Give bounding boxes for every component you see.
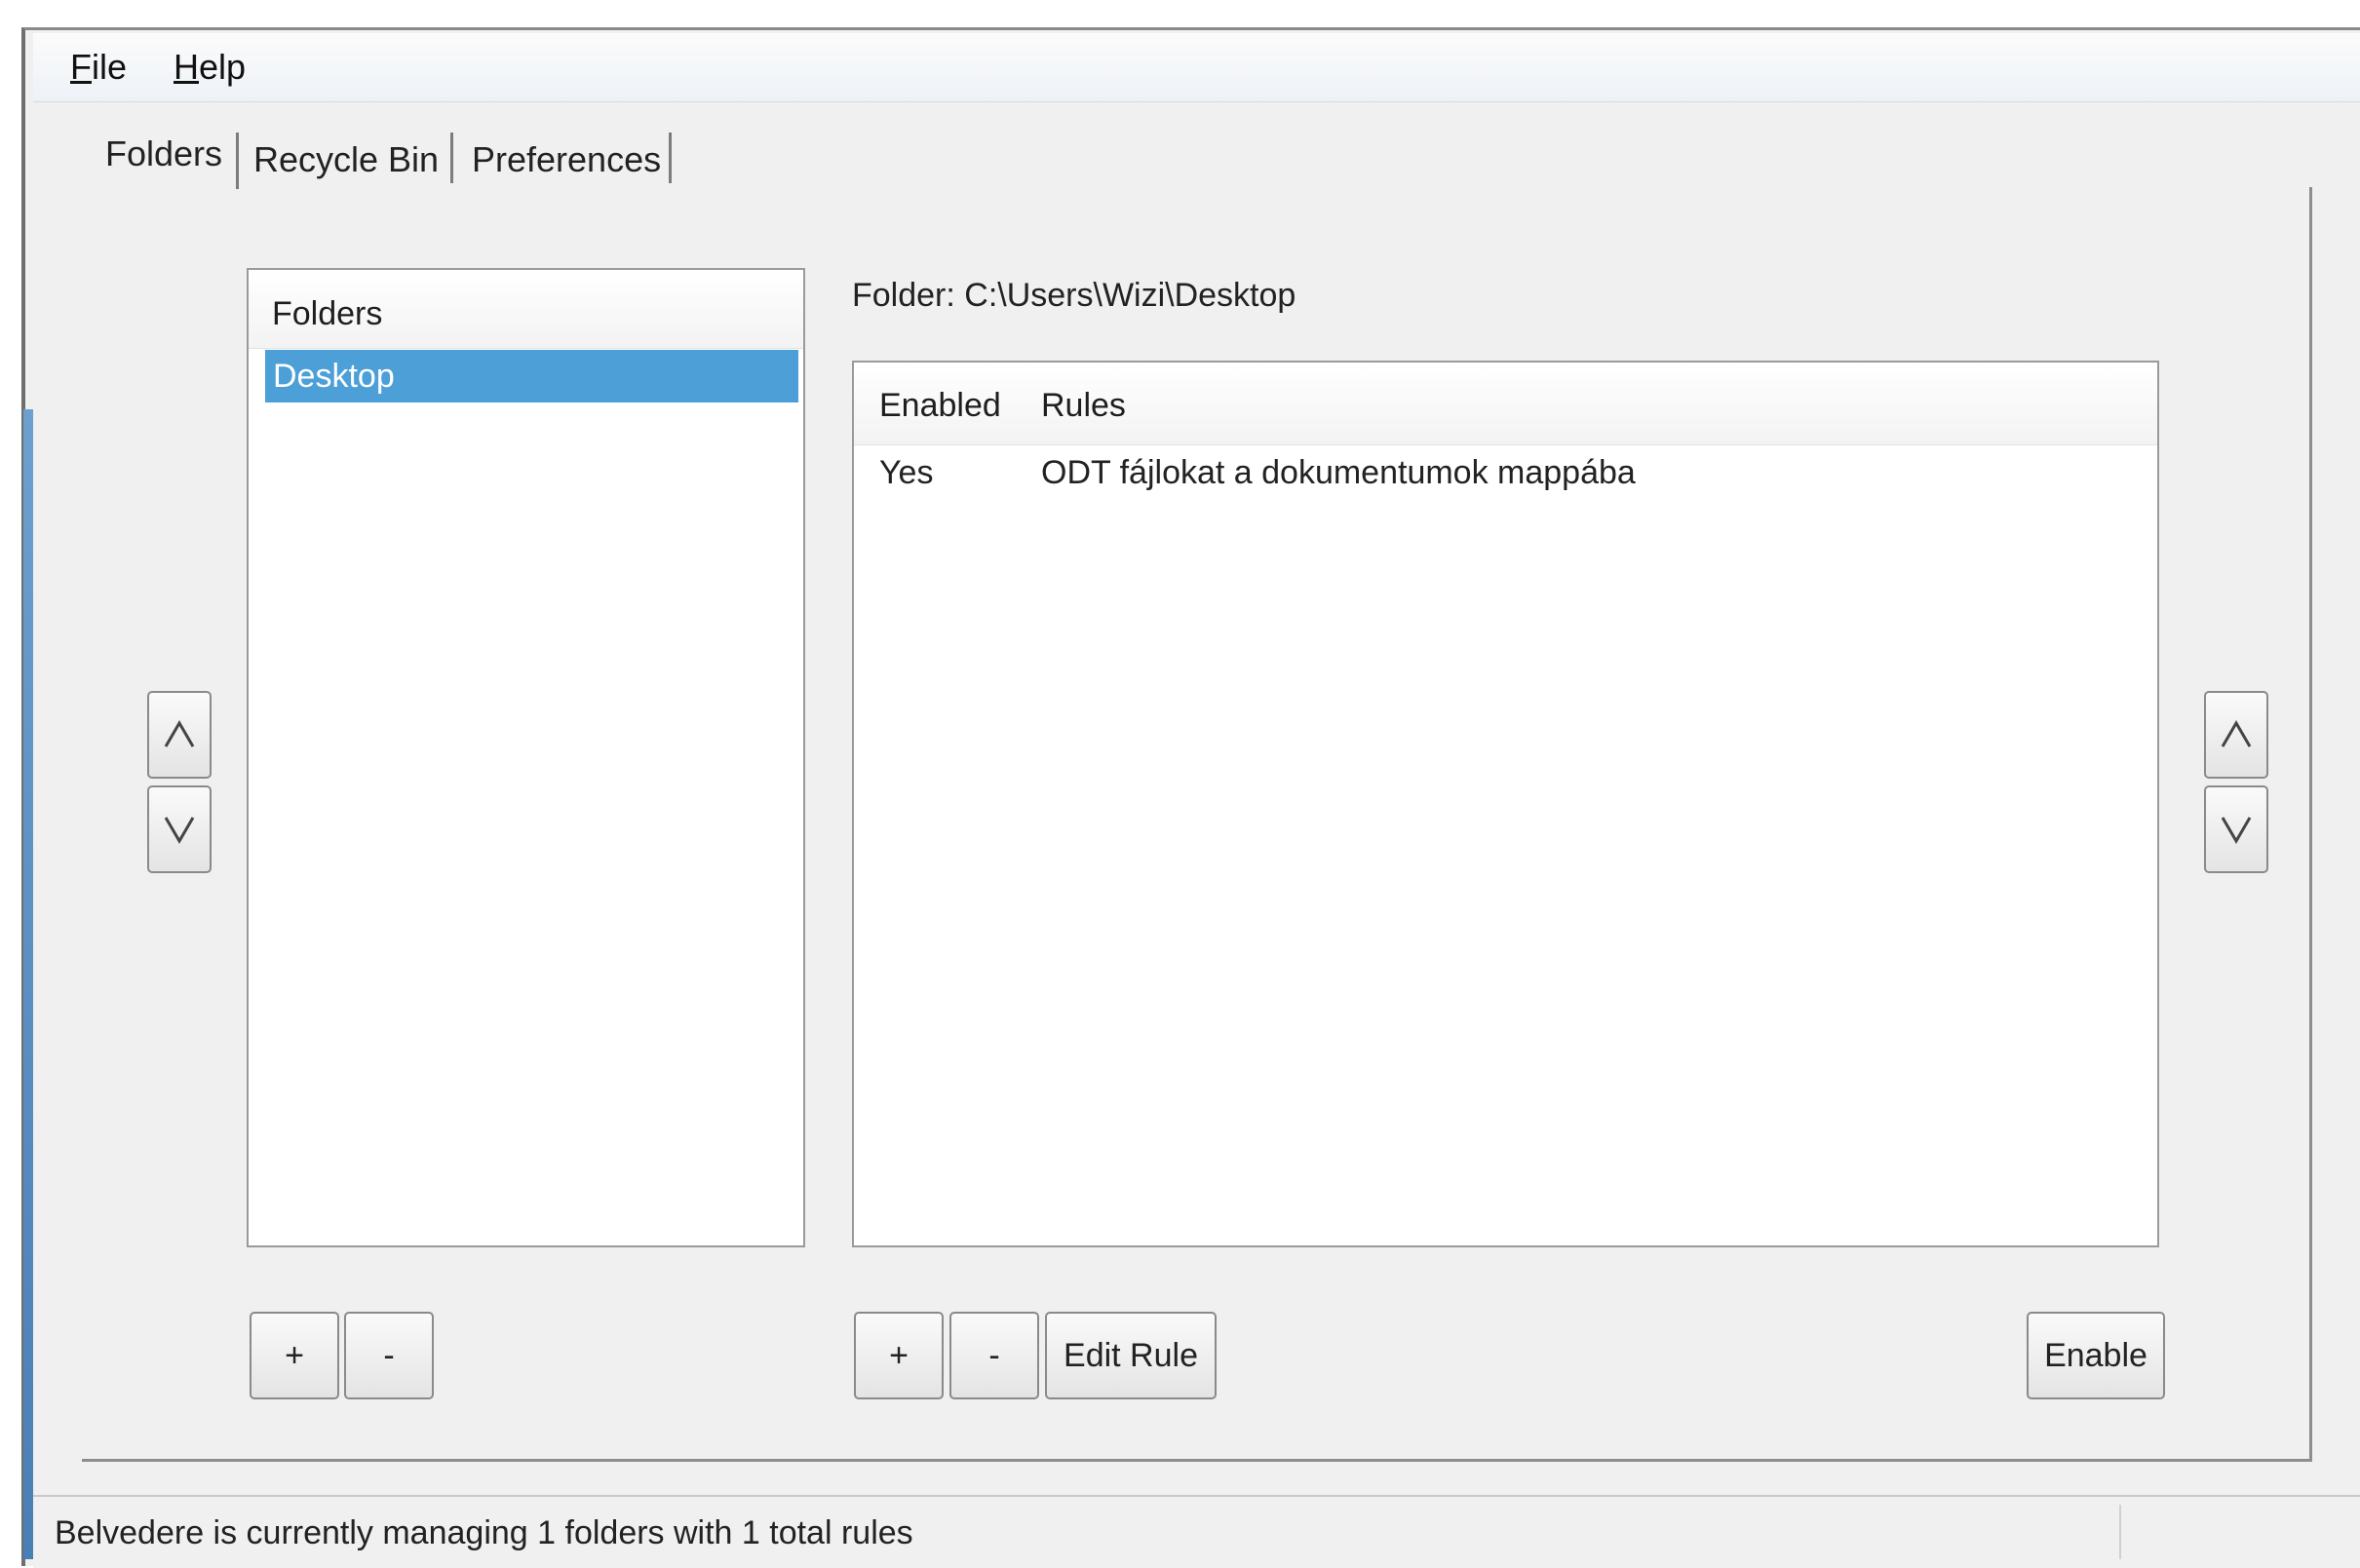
remove-rule-button-label: - (988, 1336, 1000, 1374)
column-header-enabled[interactable]: Enabled (879, 387, 1001, 425)
tab-folders-label: Folders (105, 134, 223, 173)
chevron-up-icon (164, 720, 195, 747)
folder-path-label: Folder: C:\Users\Wizi\Desktop (852, 277, 1296, 314)
tab-separator (669, 133, 672, 183)
add-rule-button[interactable]: + (854, 1312, 944, 1399)
add-folder-button-label: + (285, 1336, 304, 1374)
folder-list-item[interactable]: Desktop (265, 350, 798, 402)
rules-table[interactable]: Enabled Rules Yes ODT fájlokat a dokumen… (852, 361, 2159, 1247)
chevron-down-icon (2221, 817, 2252, 844)
rule-move-up-button[interactable] (2204, 691, 2268, 779)
add-folder-button[interactable]: + (250, 1312, 339, 1399)
folder-item-label: Desktop (273, 358, 395, 395)
edit-rule-button[interactable]: Edit Rule (1045, 1312, 1217, 1399)
window-border-accent (23, 409, 33, 1559)
enable-rule-button[interactable]: Enable (2027, 1312, 2165, 1399)
menu-help[interactable]: Help (174, 47, 246, 88)
tab-recycle-bin-label: Recycle Bin (253, 139, 440, 179)
tab-folders[interactable]: Folders (94, 125, 235, 183)
folder-move-down-button[interactable] (147, 785, 212, 873)
enable-rule-button-label: Enable (2044, 1336, 2147, 1374)
menu-bar: File Help (33, 33, 2360, 102)
remove-folder-button-label: - (383, 1336, 395, 1374)
menu-file[interactable]: File (70, 47, 127, 88)
add-rule-button-label: + (889, 1336, 909, 1374)
chevron-up-icon (2221, 720, 2252, 747)
status-bar-divider (2119, 1505, 2121, 1559)
folders-column-header[interactable]: Folders (272, 295, 382, 333)
menu-file-accelerator: F (70, 47, 92, 87)
tab-separator (236, 133, 239, 189)
status-text: Belvedere is currently managing 1 folder… (55, 1514, 913, 1551)
remove-rule-button[interactable]: - (949, 1312, 1039, 1399)
tab-preferences-label: Preferences (472, 139, 662, 179)
menu-help-accelerator: H (174, 47, 199, 87)
rule-move-down-button[interactable] (2204, 785, 2268, 873)
tab-separator (450, 133, 453, 183)
remove-folder-button[interactable]: - (344, 1312, 434, 1399)
rule-name-cell: ODT fájlokat a dokumentumok mappába (1041, 454, 1636, 491)
chevron-down-icon (164, 817, 195, 844)
tab-preferences[interactable]: Preferences (460, 131, 673, 189)
status-bar: Belvedere is currently managing 1 folder… (33, 1495, 2360, 1568)
column-header-rules[interactable]: Rules (1041, 387, 1126, 425)
menu-help-label: elp (199, 47, 247, 87)
folder-move-up-button[interactable] (147, 691, 212, 779)
edit-rule-button-label: Edit Rule (1064, 1336, 1198, 1374)
rule-enabled-cell: Yes (879, 454, 934, 491)
folders-listbox[interactable]: Folders Desktop (247, 268, 805, 1247)
menu-file-label: ile (92, 47, 128, 87)
table-row[interactable]: Yes ODT fájlokat a dokumentumok mappába (854, 446, 2157, 509)
tab-recycle-bin[interactable]: Recycle Bin (242, 131, 450, 189)
